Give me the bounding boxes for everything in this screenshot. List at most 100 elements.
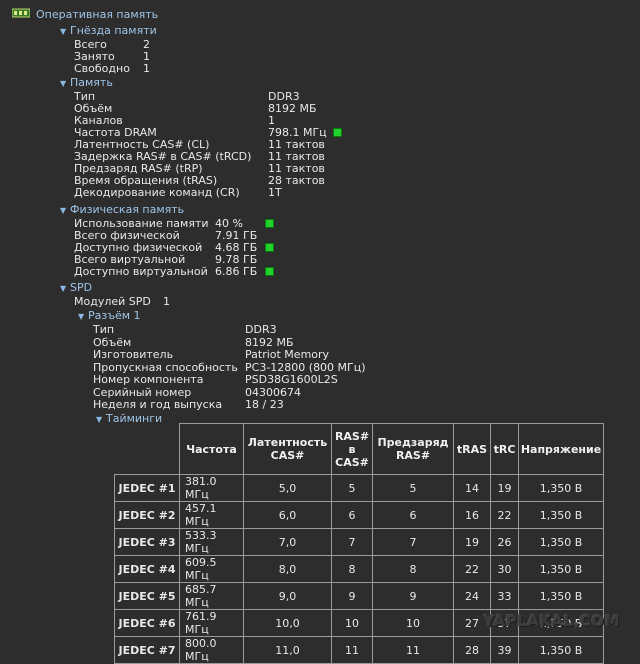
timings-corner bbox=[115, 424, 180, 475]
timings-cell: 1,350 В bbox=[518, 528, 604, 556]
spd-type-value: DDR3 bbox=[245, 323, 277, 336]
ram-module-icon bbox=[12, 8, 30, 18]
table-row: JEDEC #1 381.0 МГц 5,0 5 5 14 19 1,350 В bbox=[114, 474, 604, 502]
timings-cell: 22 bbox=[453, 555, 491, 583]
spd-modules-label: Модулей SPD bbox=[74, 295, 151, 308]
timings-cell: 19 bbox=[453, 528, 491, 556]
slots-free-row: Свободно bbox=[74, 62, 130, 75]
timings-cell: 11 bbox=[331, 636, 373, 664]
timings-cell: 10,0 bbox=[243, 609, 332, 637]
timings-cell: 800.0 МГц bbox=[179, 636, 244, 664]
table-row: JEDEC #3 533.3 МГц 7,0 7 7 19 26 1,350 В bbox=[114, 528, 604, 556]
timings-cell: 6,0 bbox=[243, 501, 332, 529]
timings-cell: 9,0 bbox=[243, 582, 332, 610]
timings-cell: 6 bbox=[372, 501, 454, 529]
timings-cell: 7,0 bbox=[243, 528, 332, 556]
timings-cell: 533.3 МГц bbox=[179, 528, 244, 556]
timings-cell: 16 bbox=[453, 501, 491, 529]
tree-node-ram[interactable]: Оперативная память bbox=[36, 8, 158, 21]
expand-arrow-icon[interactable]: ▼ bbox=[60, 25, 70, 38]
timings-cell: 5 bbox=[331, 474, 373, 502]
timings-row-header: JEDEC #2 bbox=[114, 501, 180, 529]
timings-col-header: Частота bbox=[179, 423, 244, 475]
timings-col-header: Латентность CAS# bbox=[243, 423, 332, 475]
spd-date-value: 18 / 23 bbox=[245, 398, 284, 411]
memory-label: Память bbox=[70, 76, 113, 89]
ram-node-label: Оперативная память bbox=[36, 8, 159, 21]
timings-row-header: JEDEC #1 bbox=[114, 474, 180, 502]
expand-arrow-icon[interactable]: ▼ bbox=[60, 204, 70, 217]
timings-cell: 381.0 МГц bbox=[179, 474, 244, 502]
timings-cell: 11 bbox=[372, 636, 454, 664]
timings-cell: 5 bbox=[372, 474, 454, 502]
watermark: YAPLAKAL.COM bbox=[483, 612, 620, 630]
spd-part-label: Номер компонента bbox=[93, 373, 204, 386]
status-led-icon bbox=[265, 219, 274, 228]
timings-cell: 1,350 В bbox=[518, 636, 604, 664]
timings-cell: 24 bbox=[453, 582, 491, 610]
timings-cell: 6 bbox=[331, 501, 373, 529]
timings-cell: 1,350 В bbox=[518, 501, 604, 529]
spd-date-label: Неделя и год выпуска bbox=[93, 398, 223, 411]
timings-cell: 22 bbox=[490, 501, 519, 529]
status-led-icon bbox=[333, 128, 342, 137]
timings-cell: 685.7 МГц bbox=[179, 582, 244, 610]
timings-cell: 14 bbox=[453, 474, 491, 502]
virtual-avail-label: Доступно виртуальной bbox=[74, 265, 208, 278]
timings-col-header: tRAS bbox=[453, 423, 491, 475]
memory-cr-value: 1T bbox=[268, 186, 282, 199]
timings-row-header: JEDEC #7 bbox=[114, 636, 180, 664]
expand-arrow-icon[interactable]: ▼ bbox=[60, 282, 70, 295]
timings-cell: 11,0 bbox=[243, 636, 332, 664]
timings-cell: 30 bbox=[490, 555, 519, 583]
timings-cell: 8 bbox=[372, 555, 454, 583]
table-row: JEDEC #7 800.0 МГц 11,0 11 11 28 39 1,350 В bbox=[114, 636, 604, 664]
expand-arrow-icon[interactable]: ▼ bbox=[78, 310, 88, 323]
timings-col-header: Напряжение bbox=[518, 423, 604, 475]
timings-col-header: tRC bbox=[490, 423, 519, 475]
timings-cell: 8 bbox=[331, 555, 373, 583]
timings-col-header: RAS# в CAS# bbox=[331, 423, 373, 475]
spd-part-value: PSD38G1600L2S bbox=[245, 373, 338, 386]
timings-cell: 9 bbox=[331, 582, 373, 610]
timings-cell: 10 bbox=[372, 609, 454, 637]
table-row: JEDEC #4 609.5 МГц 8,0 8 8 22 30 1,350 В bbox=[114, 555, 604, 583]
tree-node-physical[interactable]: ▼ Физическая память bbox=[60, 203, 184, 216]
spd-maker-label: Изготовитель bbox=[93, 348, 174, 361]
slot-1-label: Разъём 1 bbox=[88, 309, 141, 322]
tree-node-memory[interactable]: ▼ Память bbox=[60, 76, 113, 89]
tree-node-slots[interactable]: ▼ Гнёзда памяти bbox=[60, 24, 157, 37]
timings-row-header: JEDEC #6 bbox=[114, 609, 180, 637]
status-led-icon bbox=[265, 267, 274, 276]
expand-arrow-icon[interactable]: ▼ bbox=[60, 77, 70, 90]
timings-cell: 19 bbox=[490, 474, 519, 502]
memory-cr-label: Декодирование команд (CR) bbox=[74, 186, 240, 199]
timings-cell: 1,350 В bbox=[518, 555, 604, 583]
timings-row-header: JEDEC #3 bbox=[114, 528, 180, 556]
memory-size-value: 8192 МБ bbox=[268, 102, 317, 115]
timings-row-header: JEDEC #4 bbox=[114, 555, 180, 583]
timings-cell: 1,350 В bbox=[518, 474, 604, 502]
timings-cell: 33 bbox=[490, 582, 519, 610]
spd-label: SPD bbox=[70, 281, 93, 294]
spd-modules-value: 1 bbox=[163, 295, 170, 308]
timings-cell: 1,350 В bbox=[518, 582, 604, 610]
timings-header-row: Частота Латентность CAS# RAS# в CAS# Предзаряд… bbox=[115, 423, 604, 475]
timings-cell: 26 bbox=[490, 528, 519, 556]
timings-cell: 457.1 МГц bbox=[179, 501, 244, 529]
expand-arrow-icon[interactable]: ▼ bbox=[96, 413, 106, 426]
spd-type-label: Тип bbox=[93, 323, 115, 336]
slots-label: Гнёзда памяти bbox=[70, 24, 157, 37]
timings-cell: 7 bbox=[331, 528, 373, 556]
table-row: JEDEC #5 685.7 МГц 9,0 9 9 24 33 1,350 В bbox=[114, 582, 604, 610]
timings-cell: 10 bbox=[331, 609, 373, 637]
timings-cell: 39 bbox=[490, 636, 519, 664]
table-row: JEDEC #2 457.1 МГц 6,0 6 6 16 22 1,350 В bbox=[114, 501, 604, 529]
slots-free-value: 1 bbox=[143, 62, 150, 75]
timings-cell: 5,0 bbox=[243, 474, 332, 502]
tree-node-slot-1[interactable]: ▼ Разъём 1 bbox=[78, 309, 141, 322]
tree-node-spd[interactable]: ▼ SPD bbox=[60, 281, 92, 294]
timings-body: JEDEC #1 381.0 МГц 5,0 5 5 14 19 1,350 В JEDEC #… bbox=[114, 474, 604, 664]
timings-cell: 761.9 МГц bbox=[179, 609, 244, 637]
timings-cell: 8,0 bbox=[243, 555, 332, 583]
